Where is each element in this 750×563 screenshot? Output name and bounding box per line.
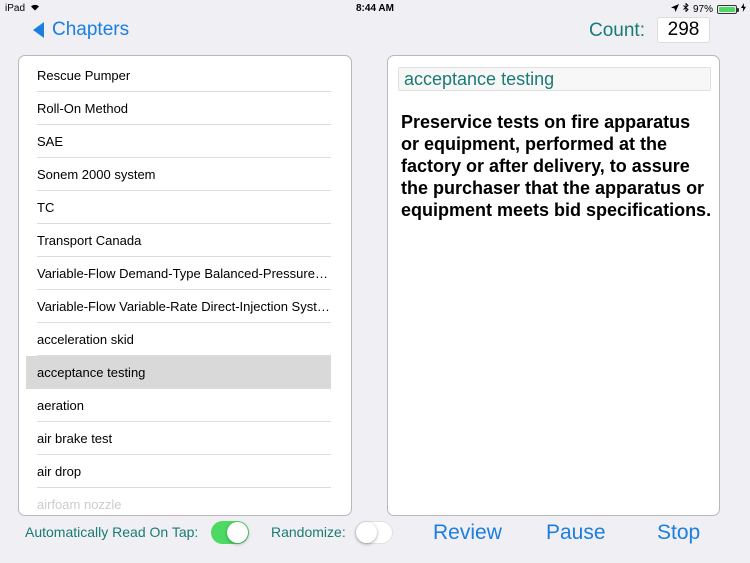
list-item[interactable]: acceleration skid: [26, 323, 331, 356]
chevron-left-icon: [33, 22, 44, 38]
stop-button[interactable]: Stop: [657, 521, 700, 545]
list-item[interactable]: air drop: [26, 455, 331, 488]
status-time: 8:44 AM: [356, 3, 394, 14]
status-right: 97%: [670, 2, 746, 15]
back-button[interactable]: Chapters: [33, 19, 129, 41]
list-item[interactable]: Transport Canada: [26, 224, 331, 257]
randomize-label: Randomize:: [271, 524, 346, 540]
list-item[interactable]: air brake test: [26, 422, 331, 455]
list-item[interactable]: Variable-Flow Demand-Type Balanced-Press…: [26, 257, 331, 290]
list-item[interactable]: Roll-On Method: [26, 92, 331, 125]
term-title: acceptance testing: [398, 67, 711, 91]
list-item[interactable]: aeration: [26, 389, 331, 422]
list-item[interactable]: airfoam nozzle: [26, 488, 331, 515]
count-value: 298: [657, 17, 710, 43]
list-item[interactable]: Sonem 2000 system: [26, 158, 331, 191]
battery-level: [719, 6, 735, 12]
list-item[interactable]: acceptance testing: [26, 356, 331, 389]
list-item[interactable]: Rescue Pumper: [26, 59, 331, 92]
bluetooth-icon: [683, 2, 689, 15]
status-bar: iPad 8:44 AM 97%: [0, 0, 750, 16]
review-button[interactable]: Review: [433, 521, 502, 545]
pause-button[interactable]: Pause: [546, 521, 606, 545]
term-list-panel[interactable]: Rescue Pumper Roll-On Method SAE Sonem 2000…: [18, 55, 352, 516]
definition-panel: acceptance testing Preservice tests on f…: [387, 55, 720, 516]
toggle-knob: [356, 522, 377, 543]
term-list[interactable]: Rescue Pumper Roll-On Method SAE Sonem 2000…: [26, 59, 331, 515]
toggle-knob: [227, 522, 248, 543]
battery-icon: [717, 4, 739, 14]
count-label: Count:: [589, 20, 645, 41]
randomize-toggle[interactable]: [355, 521, 393, 544]
list-item[interactable]: TC: [26, 191, 331, 224]
location-arrow-icon: [670, 3, 679, 15]
back-button-label: Chapters: [52, 19, 130, 40]
auto-read-label: Automatically Read On Tap:: [25, 524, 199, 540]
battery-percent: 97%: [692, 3, 713, 15]
auto-read-toggle[interactable]: [211, 521, 249, 544]
list-item[interactable]: SAE: [26, 125, 331, 158]
definition-text: Preservice tests on fire apparatus or eq…: [401, 112, 712, 220]
list-item[interactable]: Variable-Flow Variable-Rate Direct-Injec…: [26, 290, 331, 323]
charging-icon: [741, 3, 746, 15]
